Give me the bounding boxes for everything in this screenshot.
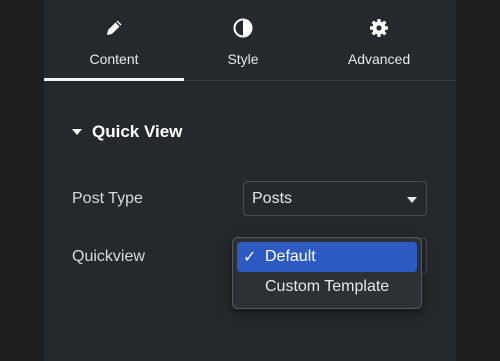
option-label: Default: [265, 248, 316, 265]
half-circle-icon: [233, 17, 253, 39]
quickview-dropdown-menu: ✓ Default Custom Template: [232, 237, 422, 309]
tab-style-label: Style: [227, 51, 259, 67]
tab-content-label: Content: [89, 51, 139, 67]
option-custom-template[interactable]: Custom Template: [237, 272, 417, 302]
caret-down-icon: [72, 129, 82, 135]
post-type-label: Post Type: [72, 190, 143, 207]
chevron-down-icon: [407, 197, 417, 203]
section-toggle-quick-view[interactable]: Quick View: [72, 122, 182, 142]
tab-advanced-label: Advanced: [347, 51, 411, 67]
active-tab-indicator: [44, 78, 184, 81]
quickview-label: Quickview: [72, 248, 145, 265]
tab-bar: Content Style Advanced: [44, 0, 456, 81]
tab-content[interactable]: Content: [44, 0, 184, 81]
pencil-icon: [104, 17, 124, 39]
post-type-select[interactable]: Posts: [243, 181, 427, 216]
post-type-value: Posts: [252, 189, 293, 207]
gear-icon: [369, 17, 389, 39]
tab-style[interactable]: Style: [184, 0, 302, 80]
option-default[interactable]: ✓ Default: [237, 242, 417, 272]
option-label: Custom Template: [265, 278, 390, 295]
checkmark-icon: ✓: [243, 249, 257, 266]
section-title: Quick View: [92, 122, 183, 141]
tab-advanced[interactable]: Advanced: [302, 0, 456, 80]
